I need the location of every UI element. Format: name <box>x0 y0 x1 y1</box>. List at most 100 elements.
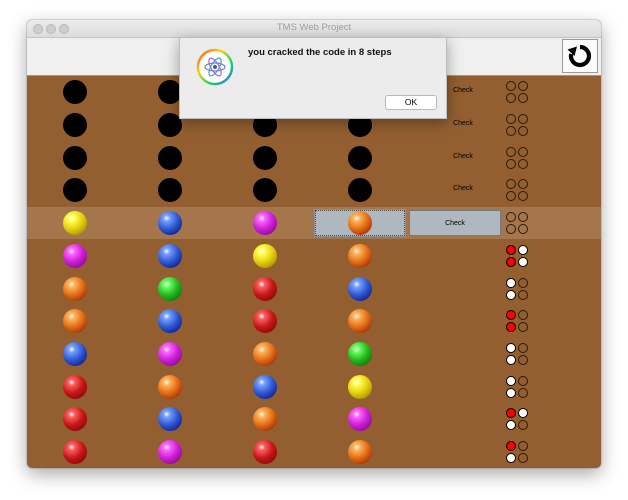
feedback-peg-empty <box>518 277 528 288</box>
message-dialog: you cracked the code in 8 steps OK <box>179 37 447 119</box>
feedback-peg-empty <box>506 158 516 169</box>
feedback-peg-red <box>506 310 516 321</box>
peg-yellow[interactable] <box>63 211 87 236</box>
feedback-peg-empty <box>518 158 528 169</box>
feedback-peg-empty <box>506 224 516 235</box>
peg-blue[interactable] <box>158 309 182 334</box>
peg-magenta[interactable] <box>158 341 182 366</box>
peg-black[interactable] <box>253 178 277 203</box>
peg-blue[interactable] <box>158 407 182 432</box>
check-button[interactable]: Check <box>448 120 478 127</box>
peg-red[interactable] <box>253 440 277 465</box>
feedback-peg-empty <box>518 441 528 452</box>
peg-magenta[interactable] <box>348 407 372 432</box>
feedback-peg-red <box>506 244 516 255</box>
feedback-peg-empty <box>518 224 528 235</box>
board-row <box>27 436 601 468</box>
peg-blue[interactable] <box>253 374 277 399</box>
feedback-peg-red <box>506 322 516 333</box>
feedback-peg-empty <box>518 387 528 398</box>
peg-orange[interactable] <box>348 440 372 465</box>
feedback-peg-white <box>506 342 516 353</box>
feedback-peg-white <box>506 453 516 464</box>
peg-orange[interactable] <box>63 309 87 334</box>
peg-red[interactable] <box>253 309 277 334</box>
feedback-peg-empty <box>518 212 528 223</box>
peg-green[interactable] <box>348 341 372 366</box>
feedback-peg-white <box>506 375 516 386</box>
feedback-peg-empty <box>518 453 528 464</box>
refresh-icon <box>567 44 592 68</box>
peg-orange[interactable] <box>63 276 87 301</box>
peg-blue[interactable] <box>158 211 182 236</box>
feedback-peg-white <box>518 244 528 255</box>
peg-orange[interactable] <box>348 211 372 236</box>
check-button[interactable]: Check <box>448 185 478 192</box>
peg-black[interactable] <box>63 145 87 170</box>
board-row <box>27 370 601 402</box>
feedback-peg-empty <box>506 114 516 125</box>
peg-red[interactable] <box>63 440 87 465</box>
peg-black[interactable] <box>158 178 182 203</box>
board-row: Check <box>27 141 601 173</box>
feedback-peg-empty <box>518 179 528 190</box>
peg-orange[interactable] <box>158 374 182 399</box>
peg-magenta[interactable] <box>63 243 87 268</box>
feedback-peg-white <box>518 256 528 267</box>
peg-yellow[interactable] <box>253 243 277 268</box>
peg-orange[interactable] <box>348 309 372 334</box>
ok-button[interactable]: OK <box>385 95 437 110</box>
check-button[interactable]: Check <box>448 153 478 160</box>
feedback-peg-empty <box>506 81 516 92</box>
feedback-peg-empty <box>518 126 528 137</box>
feedback-peg-empty <box>506 212 516 223</box>
check-button[interactable]: Check <box>448 87 478 94</box>
peg-red[interactable] <box>63 374 87 399</box>
peg-magenta[interactable] <box>158 440 182 465</box>
peg-black[interactable] <box>253 145 277 170</box>
feedback-peg-empty <box>506 146 516 157</box>
feedback-peg-empty <box>518 93 528 104</box>
peg-green[interactable] <box>158 276 182 301</box>
feedback-peg-empty <box>506 179 516 190</box>
peg-magenta[interactable] <box>253 211 277 236</box>
peg-orange[interactable] <box>253 341 277 366</box>
feedback-peg-empty <box>518 146 528 157</box>
peg-orange[interactable] <box>348 243 372 268</box>
peg-black[interactable] <box>158 145 182 170</box>
feedback-peg-white <box>518 408 528 419</box>
feedback-peg-empty <box>518 354 528 365</box>
feedback-peg-white <box>506 289 516 300</box>
title-bar: TMS Web Project <box>27 20 601 38</box>
peg-black[interactable] <box>63 178 87 203</box>
feedback-peg-empty <box>518 114 528 125</box>
app-window: TMS Web Project Check Check Check Check Chec… <box>27 20 601 468</box>
feedback-peg-empty <box>506 93 516 104</box>
reset-button[interactable] <box>562 39 598 73</box>
peg-yellow[interactable] <box>348 374 372 399</box>
peg-black[interactable] <box>348 178 372 203</box>
window-title: TMS Web Project <box>276 22 352 33</box>
peg-black[interactable] <box>63 80 87 105</box>
peg-red[interactable] <box>63 407 87 432</box>
feedback-peg-empty <box>518 375 528 386</box>
peg-blue[interactable] <box>63 341 87 366</box>
peg-black[interactable] <box>348 145 372 170</box>
feedback-peg-empty <box>518 81 528 92</box>
feedback-peg-white <box>506 277 516 288</box>
feedback-peg-red <box>506 441 516 452</box>
peg-orange[interactable] <box>253 407 277 432</box>
board-row: Check <box>27 174 601 206</box>
app-icon <box>196 48 234 86</box>
board-row <box>27 403 601 435</box>
feedback-peg-empty <box>518 191 528 202</box>
board-row <box>27 338 601 370</box>
peg-blue[interactable] <box>158 243 182 268</box>
peg-black[interactable] <box>63 113 87 138</box>
board-row: Check <box>27 206 601 239</box>
dialog-message: you cracked the code in 8 steps <box>248 47 392 58</box>
check-button[interactable]: Check <box>409 210 501 237</box>
peg-blue[interactable] <box>348 276 372 301</box>
peg-red[interactable] <box>253 276 277 301</box>
feedback-peg-white <box>506 387 516 398</box>
